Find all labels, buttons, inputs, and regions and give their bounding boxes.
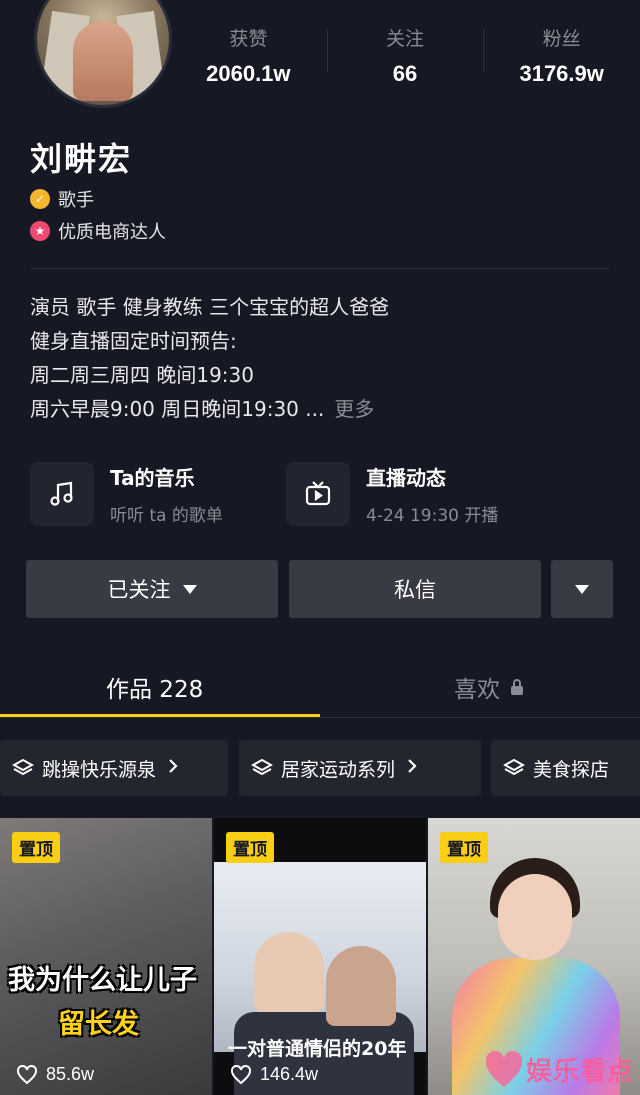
video-caption: 我为什么让儿子 bbox=[8, 965, 197, 996]
followed-button[interactable]: 已关注 bbox=[26, 560, 278, 618]
lock-icon bbox=[511, 679, 523, 695]
divider bbox=[30, 268, 610, 269]
video-thumbnail[interactable]: 置顶 我为什么让儿子 留长发 85.6w bbox=[0, 818, 212, 1095]
more-dropdown-button[interactable] bbox=[551, 560, 613, 618]
stat-label: 获赞 bbox=[229, 28, 268, 50]
watermark-heart-icon bbox=[485, 1050, 523, 1087]
collection-label: 跳操快乐源泉 bbox=[42, 758, 157, 781]
badge-label: 歌手 bbox=[58, 190, 94, 211]
tab-likes-label: 喜欢 bbox=[454, 677, 500, 703]
verified-check-icon: ✓ bbox=[30, 189, 50, 209]
bio-line: 周六早晨9:00 周日晚间19:30 ... 更多 bbox=[30, 392, 389, 426]
content-tabs: 作品 228 喜欢 bbox=[0, 660, 640, 718]
tab-likes[interactable]: 喜欢 bbox=[454, 670, 526, 704]
feature-title: 直播动态 bbox=[366, 466, 446, 490]
video-image bbox=[214, 862, 426, 1095]
stat-following[interactable]: 关注 66 bbox=[326, 18, 484, 98]
video-thumbnail[interactable]: 置顶 一对普通情侣的20年 146.4w bbox=[214, 818, 426, 1095]
badge-label: 优质电商达人 bbox=[58, 222, 166, 243]
music-icon bbox=[30, 462, 94, 526]
stat-value: 2060.1w bbox=[206, 61, 291, 86]
likes-count: 85.6w bbox=[46, 1064, 95, 1084]
likes-count: 146.4w bbox=[260, 1064, 319, 1084]
pinned-badge: 置顶 bbox=[12, 832, 60, 863]
collection-item[interactable]: 居家运动系列 bbox=[239, 740, 481, 796]
profile-name: 刘畊宏 bbox=[30, 140, 133, 178]
bio-line: 健身直播固定时间预告: bbox=[30, 329, 237, 353]
feature-subtitle: 听听 ta 的歌单 bbox=[110, 506, 223, 526]
chevron-down-icon bbox=[575, 584, 589, 594]
stat-followers[interactable]: 粉丝 3176.9w bbox=[483, 18, 640, 98]
avatar-torso bbox=[73, 21, 133, 101]
watermark: 娱乐看点 bbox=[482, 1047, 634, 1091]
chevron-right-icon bbox=[407, 757, 417, 779]
tab-works[interactable]: 作品 228 bbox=[106, 670, 203, 704]
profile-stats: 获赞 2060.1w 关注 66 粉丝 3176.9w bbox=[170, 18, 640, 98]
video-likes: 146.4w bbox=[230, 1064, 318, 1085]
badge-singer: ✓ 歌手 bbox=[30, 186, 94, 212]
watermark-text: 娱乐看点 bbox=[525, 1056, 634, 1087]
stat-label: 粉丝 bbox=[542, 28, 581, 50]
feature-subtitle: 4-24 19:30 开播 bbox=[366, 506, 499, 526]
stat-label: 关注 bbox=[386, 28, 425, 50]
video-grid: 置顶 我为什么让儿子 留长发 85.6w 置顶 一对普通情侣的20年 146.4… bbox=[0, 818, 640, 1095]
chevron-down-icon bbox=[182, 584, 197, 594]
bio-line: 周二周三周四 晚间19:30 bbox=[30, 363, 254, 387]
heart-icon bbox=[17, 1064, 37, 1084]
heart-icon bbox=[231, 1064, 251, 1084]
layers-icon bbox=[503, 758, 525, 776]
bio-line-text: 周六早晨9:00 周日晚间19:30 ... bbox=[30, 397, 325, 421]
pinned-badge: 置顶 bbox=[226, 832, 274, 863]
collection-item[interactable]: 美食探店 bbox=[491, 740, 640, 796]
pinned-badge: 置顶 bbox=[440, 832, 488, 863]
collection-label: 美食探店 bbox=[533, 758, 610, 781]
followed-label: 已关注 bbox=[107, 578, 171, 602]
video-image-person bbox=[254, 932, 324, 1012]
chevron-right-icon bbox=[168, 757, 178, 779]
video-caption: 一对普通情侣的20年 bbox=[228, 1038, 407, 1060]
bio-line: 演员 歌手 健身教练 三个宝宝的超人爸爸 bbox=[30, 295, 390, 319]
feature-music[interactable]: Ta的音乐 听听 ta 的歌单 bbox=[30, 462, 223, 526]
stat-likes[interactable]: 获赞 2060.1w bbox=[170, 18, 327, 98]
video-thumbnail[interactable]: 置顶 娱乐看点 bbox=[428, 818, 640, 1095]
video-likes: 85.6w bbox=[16, 1064, 94, 1085]
profile-bio: 演员 歌手 健身教练 三个宝宝的超人爸爸 健身直播固定时间预告: 周二周三周四 … bbox=[30, 290, 389, 426]
tab-active-indicator bbox=[0, 714, 320, 717]
stat-value: 3176.9w bbox=[519, 61, 604, 86]
star-icon: ★ bbox=[30, 221, 50, 241]
avatar[interactable] bbox=[34, 0, 172, 108]
layers-icon bbox=[251, 758, 273, 776]
bio-more-link[interactable]: 更多 bbox=[334, 397, 374, 421]
message-label: 私信 bbox=[394, 578, 436, 602]
collection-row: 跳操快乐源泉 居家运动系列 美食探店 bbox=[0, 740, 640, 796]
feature-live[interactable]: 直播动态 4-24 19:30 开播 bbox=[286, 462, 498, 526]
video-image-face bbox=[498, 874, 572, 960]
stat-value: 66 bbox=[392, 61, 418, 86]
feature-title: Ta的音乐 bbox=[110, 466, 195, 490]
collection-item[interactable]: 跳操快乐源泉 bbox=[0, 740, 228, 796]
collection-label: 居家运动系列 bbox=[281, 758, 396, 781]
tv-icon bbox=[286, 462, 350, 526]
badge-ecommerce[interactable]: ★ 优质电商达人 bbox=[30, 218, 166, 244]
video-image-person bbox=[326, 946, 396, 1026]
video-caption: 留长发 bbox=[58, 1009, 139, 1040]
layers-icon bbox=[12, 758, 34, 776]
message-button[interactable]: 私信 bbox=[289, 560, 541, 618]
